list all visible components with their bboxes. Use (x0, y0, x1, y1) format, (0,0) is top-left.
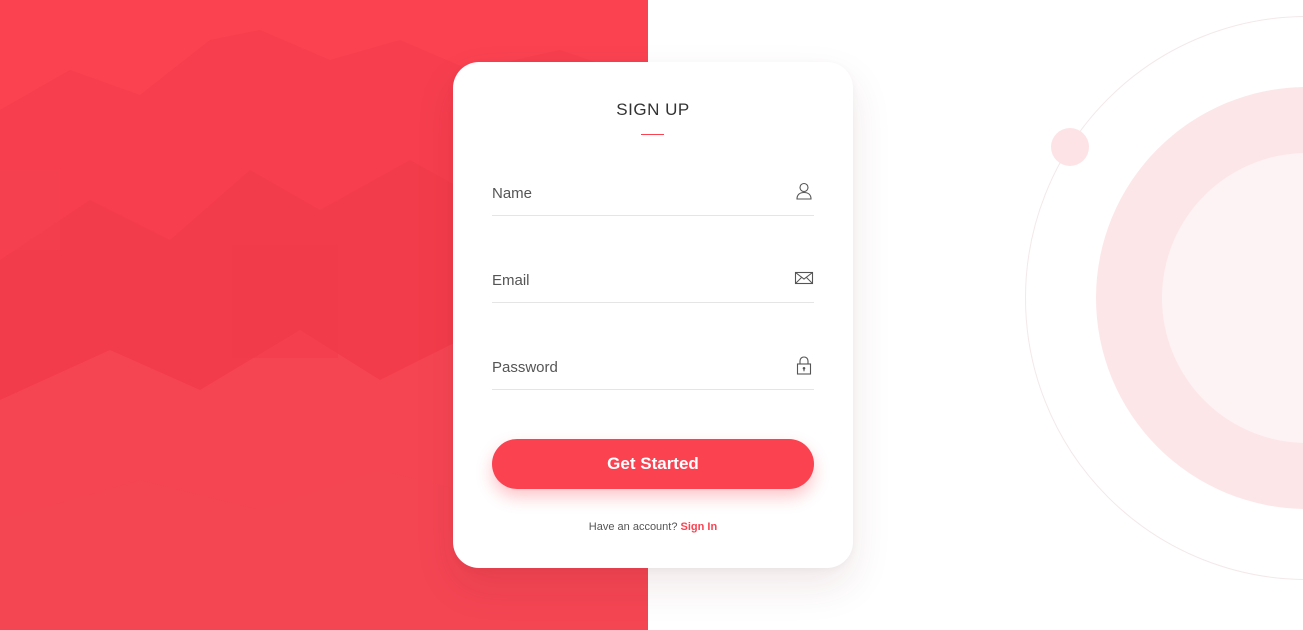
envelope-icon (794, 268, 814, 288)
signin-link[interactable]: Sign In (681, 521, 718, 533)
decorative-dot (1051, 128, 1089, 166)
name-input[interactable] (492, 171, 782, 215)
password-input[interactable] (492, 345, 782, 389)
signin-prompt-text: Have an account? (588, 521, 678, 533)
signup-card: SIGN UP Name Email Get Started Have an a… (453, 62, 853, 568)
email-input[interactable] (492, 258, 782, 302)
lock-icon (794, 355, 814, 375)
email-field[interactable] (492, 258, 814, 303)
signin-prompt: Have an account? Sign In (453, 521, 853, 533)
get-started-button[interactable]: Get Started (492, 439, 814, 489)
password-field[interactable] (492, 345, 814, 390)
title-underline (641, 134, 664, 135)
user-icon (794, 181, 814, 201)
name-field[interactable] (492, 171, 814, 216)
form-title: SIGN UP (616, 100, 690, 119)
page: SIGN UP Name Email Get Started Have an a… (0, 0, 1303, 630)
